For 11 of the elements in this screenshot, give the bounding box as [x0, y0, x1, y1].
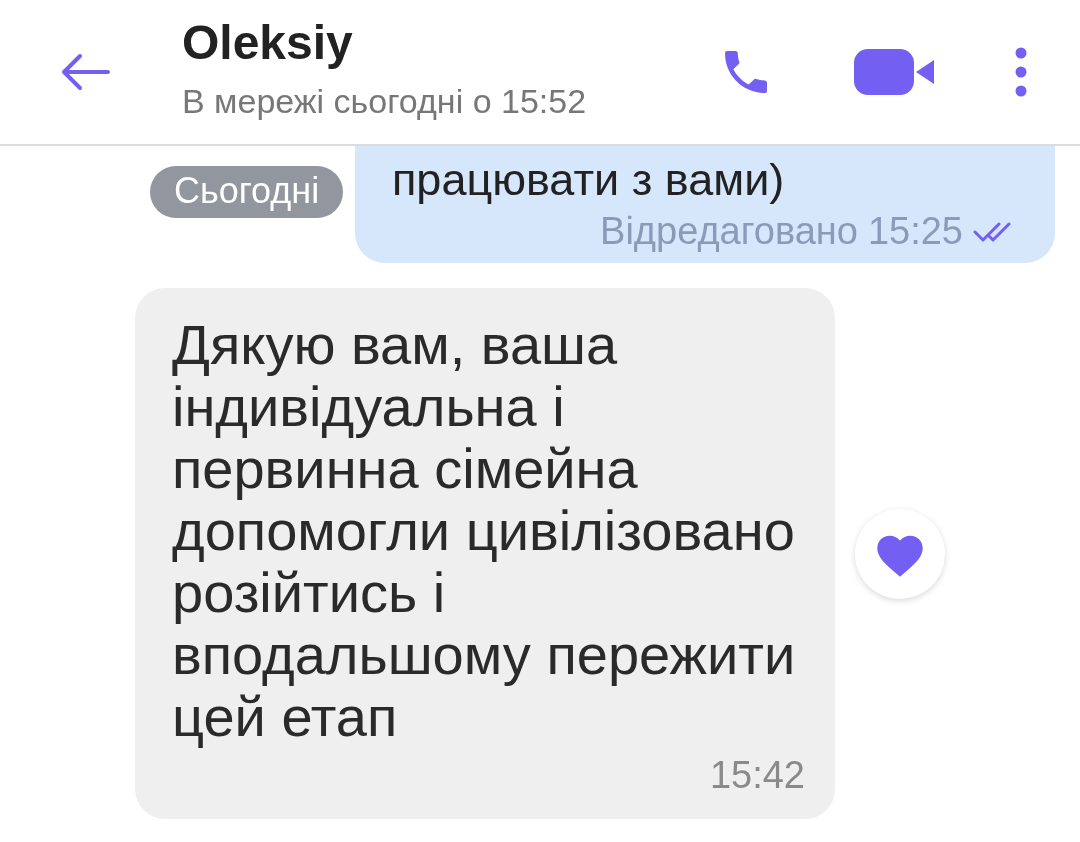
- video-camera-icon[interactable]: [854, 49, 936, 95]
- more-options-icon[interactable]: [1014, 47, 1028, 97]
- message-time: 15:25: [867, 210, 963, 253]
- message-text: працювати з вами): [392, 154, 786, 206]
- message-text: Дякую вам, ваша індивідуальна і первинна сімейна допомогли цивілізовано розійтись і вподальшому пережити цей етап: [172, 314, 797, 748]
- message-time: 15:42: [708, 754, 805, 797]
- date-divider: Сьогодні: [150, 166, 344, 218]
- online-status: В мережі сьогодні о 15:52: [182, 82, 588, 121]
- contact-name: Oleksiy: [182, 15, 354, 70]
- edited-label: Відредаговано: [600, 210, 858, 253]
- heart-reaction-icon[interactable]: [855, 508, 945, 599]
